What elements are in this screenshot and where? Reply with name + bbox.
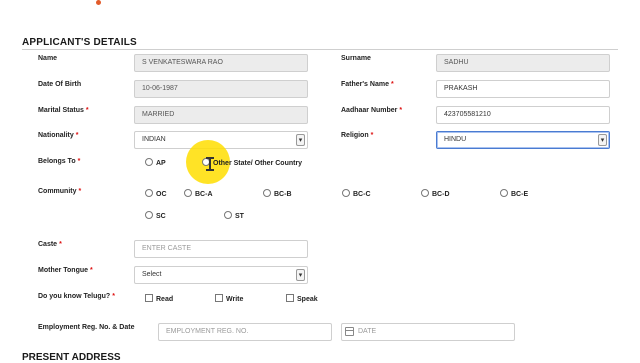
nationality-label: Nationality * [38, 132, 79, 139]
community-label: Community * [38, 188, 82, 195]
religion-select[interactable]: HINDU ▾ [436, 131, 610, 149]
calendar-icon[interactable] [345, 327, 354, 336]
caste-input[interactable]: ENTER CASTE [134, 240, 308, 258]
mother-tongue-label: Mother Tongue * [38, 267, 93, 274]
name-label: Name [38, 55, 58, 62]
community-option-sc[interactable]: SC [145, 211, 166, 220]
mother-tongue-value: Select [142, 271, 162, 278]
community-option-bc-c[interactable]: BC-C [342, 189, 371, 198]
father-name-label: Father's Name * [341, 81, 394, 88]
required-mark: * [90, 267, 93, 274]
mother-tongue-select[interactable]: Select ▾ [134, 266, 308, 284]
section-divider [22, 49, 618, 50]
marital-status-label: Marital Status * [38, 107, 89, 114]
community-option-bc-b[interactable]: BC-B [263, 189, 292, 198]
checkbox-icon[interactable] [145, 294, 153, 302]
required-mark: * [112, 293, 115, 300]
section-title: APPLICANT'S DETAILS [22, 37, 137, 48]
radio-icon[interactable] [145, 189, 153, 197]
top-strip [0, 0, 640, 10]
radio-icon[interactable] [263, 189, 271, 197]
radio-icon[interactable] [224, 211, 232, 219]
surname-label: Surname [341, 55, 371, 62]
required-mark: * [77, 158, 81, 165]
belongs-to-option-ap[interactable]: AP [145, 158, 166, 167]
radio-icon[interactable] [145, 158, 153, 166]
community-option-bc-a[interactable]: BC-A [184, 189, 213, 198]
required-mark: * [399, 107, 403, 114]
dob-label: Date Of Birth [38, 81, 82, 88]
radio-icon[interactable] [342, 189, 350, 197]
telugu-label: Do you know Telugu? * [38, 293, 115, 300]
checkbox-icon[interactable] [215, 294, 223, 302]
marital-status-field[interactable]: MARRIED [134, 106, 308, 124]
aadhaar-label: Aadhaar Number * [341, 107, 403, 114]
name-field[interactable]: S VENKATESWARA RAO [134, 54, 308, 72]
text-cursor-icon [206, 157, 214, 171]
employment-reg-input[interactable]: EMPLOYMENT REG. NO. [158, 323, 332, 341]
belongs-to-label: Belongs To * [38, 158, 81, 165]
employment-label: Employment Reg. No. & Date [38, 324, 135, 331]
community-option-bc-d[interactable]: BC-D [421, 189, 450, 198]
employment-date-input[interactable]: DATE [341, 323, 515, 341]
required-mark: * [59, 241, 62, 248]
belongs-to-option-other[interactable]: Other State/ Other Country [202, 158, 302, 167]
telugu-read-checkbox[interactable]: Read [145, 294, 173, 303]
surname-field[interactable]: SADHU [436, 54, 610, 72]
religion-value: HINDU [444, 136, 467, 143]
community-option-st[interactable]: ST [224, 211, 244, 220]
chevron-down-icon[interactable]: ▾ [296, 269, 305, 281]
chevron-down-icon[interactable]: ▾ [296, 134, 305, 146]
father-name-field[interactable]: PRAKASH [436, 80, 610, 98]
community-option-oc[interactable]: OC [145, 189, 167, 198]
chevron-down-icon[interactable]: ▾ [598, 134, 607, 146]
next-section-title: PRESENT ADDRESS [22, 352, 121, 363]
telugu-speak-checkbox[interactable]: Speak [286, 294, 318, 303]
required-mark: * [390, 81, 394, 88]
checkbox-icon[interactable] [286, 294, 294, 302]
status-dot-icon [96, 0, 101, 5]
required-mark: * [75, 132, 79, 139]
required-mark: * [85, 107, 89, 114]
radio-icon[interactable] [145, 211, 153, 219]
community-option-bc-e[interactable]: BC-E [500, 189, 528, 198]
telugu-write-checkbox[interactable]: Write [215, 294, 243, 303]
caste-label: Caste * [38, 241, 62, 248]
radio-icon[interactable] [184, 189, 192, 197]
radio-icon[interactable] [500, 189, 508, 197]
required-mark: * [370, 132, 374, 139]
dob-field[interactable]: 10-06-1987 [134, 80, 308, 98]
aadhaar-field[interactable]: 423705581210 [436, 106, 610, 124]
religion-label: Religion * [341, 132, 374, 139]
required-mark: * [78, 188, 82, 195]
radio-icon[interactable] [421, 189, 429, 197]
nationality-value: INDIAN [142, 136, 166, 143]
